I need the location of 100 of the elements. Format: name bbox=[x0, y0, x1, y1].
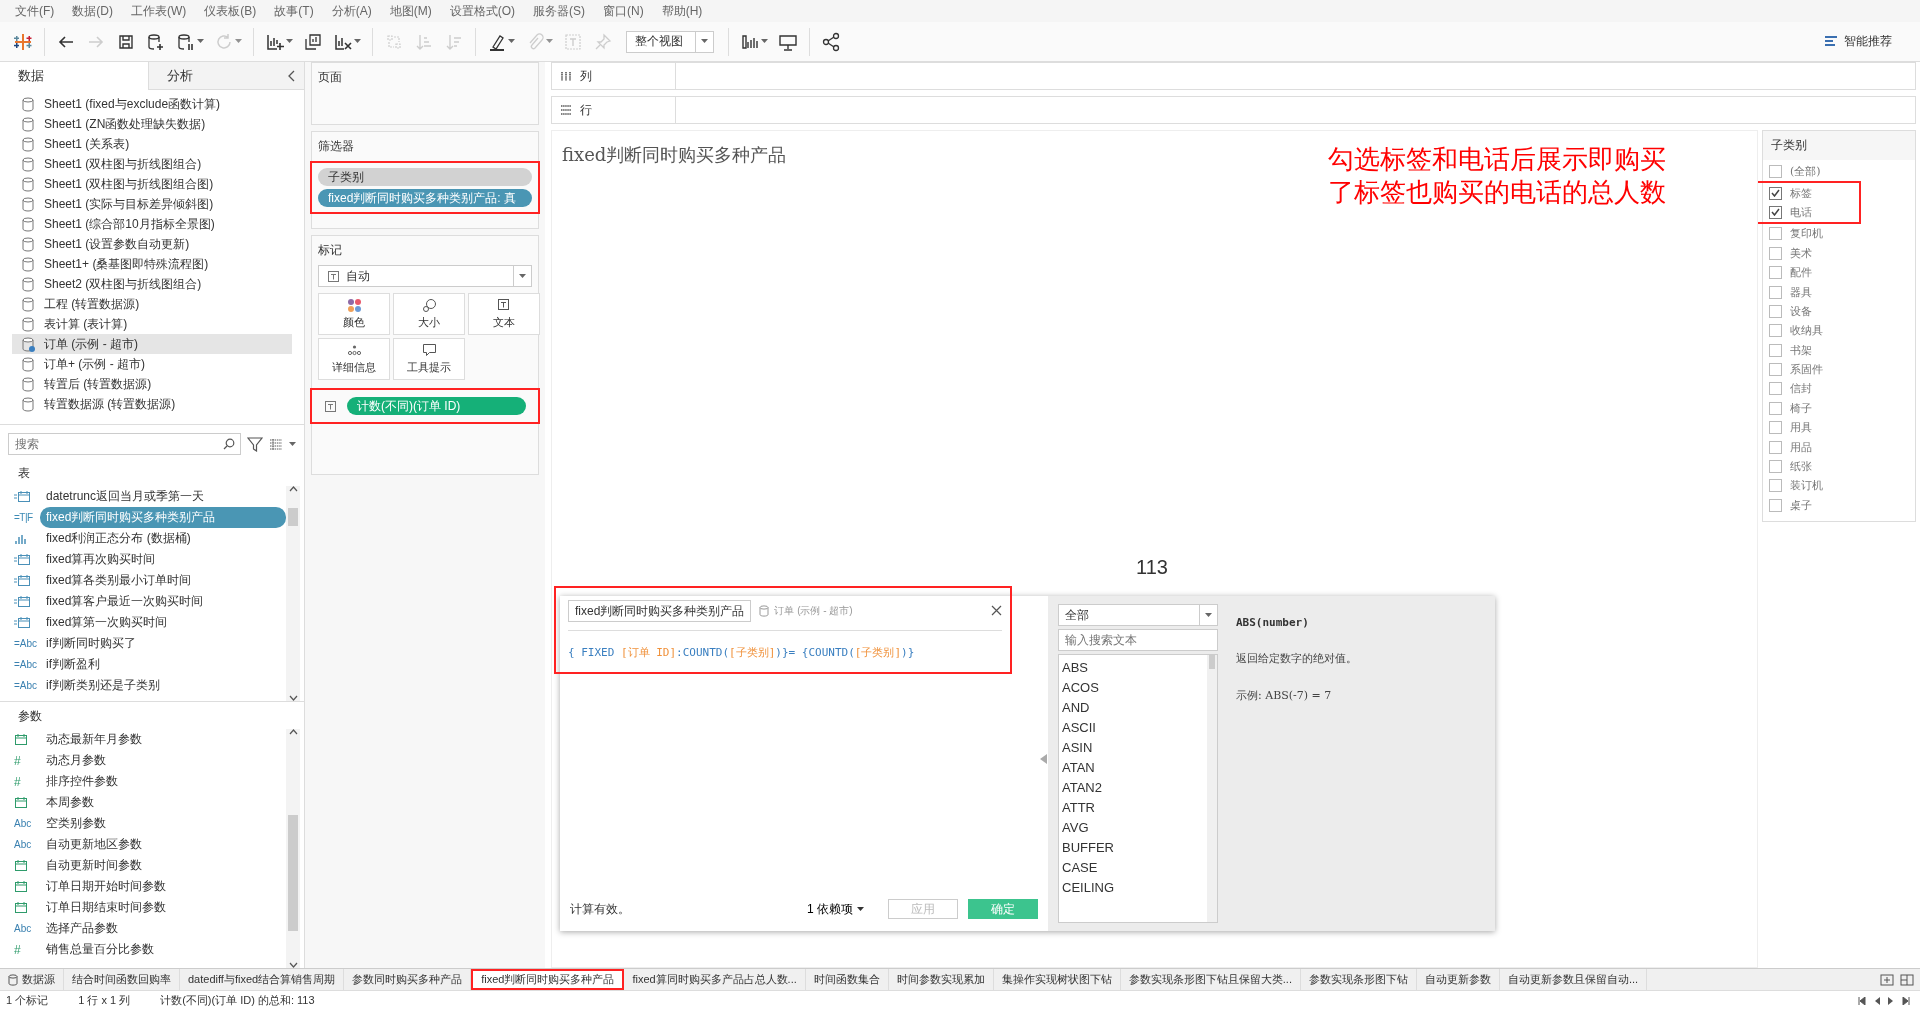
parameter-item[interactable]: 选择产品参数 bbox=[40, 918, 124, 939]
filter-option[interactable]: 信封 bbox=[1769, 379, 1915, 399]
data-source-item[interactable]: 转置后 (转置数据源) bbox=[12, 374, 292, 394]
parameter-item[interactable]: 自动更新时间参数 bbox=[40, 855, 148, 876]
data-source-label[interactable]: Sheet1 (双柱图与折线图组合图) bbox=[44, 175, 214, 193]
data-source-item[interactable]: Sheet1 (fixed与exclude函数计算) bbox=[12, 94, 292, 114]
filter-option[interactable]: 系固件 bbox=[1769, 359, 1915, 380]
last-page-icon[interactable] bbox=[1902, 996, 1910, 1005]
field-item[interactable]: fixed算客户最近一次购买时间 bbox=[40, 591, 210, 612]
marks-button[interactable]: 工具提示 bbox=[393, 338, 465, 380]
function-item[interactable]: ACOS bbox=[1062, 677, 1204, 697]
marks-button[interactable]: 详细信息 bbox=[318, 338, 390, 380]
field-item[interactable]: fixed算第一次购买时间 bbox=[40, 612, 174, 633]
scroll-up-icon[interactable] bbox=[288, 486, 298, 492]
scrollbar[interactable] bbox=[1207, 655, 1217, 922]
filter-option[interactable]: 器具 bbox=[1769, 282, 1915, 302]
filter-option[interactable]: 电话 bbox=[1769, 202, 1859, 223]
checkbox[interactable] bbox=[1769, 227, 1782, 241]
function-item[interactable]: CASE bbox=[1062, 857, 1204, 877]
checkbox[interactable] bbox=[1769, 324, 1782, 338]
data-source-item[interactable]: Sheet1 (ZN函数处理缺失数据) bbox=[12, 114, 292, 134]
new-dashboard-icon[interactable] bbox=[1900, 973, 1914, 986]
checkbox[interactable] bbox=[1769, 186, 1782, 200]
data-source-item[interactable]: Sheet1 (设置参数自动更新) bbox=[12, 234, 292, 254]
function-item[interactable]: ASCII bbox=[1062, 717, 1204, 737]
filter-option[interactable]: 设备 bbox=[1769, 301, 1915, 322]
field-item[interactable]: if判断同时购买了 bbox=[40, 633, 142, 654]
checkbox[interactable] bbox=[1769, 363, 1782, 377]
mark-type-dropdown[interactable]: 自动 bbox=[318, 265, 532, 287]
data-source-item[interactable]: 订单 (示例 - 超市) bbox=[12, 334, 292, 354]
data-source-item[interactable]: Sheet2 (双柱图与折线图组合) bbox=[12, 274, 292, 294]
data-source-item[interactable]: Sheet1 (实际与目标差异倾斜图) bbox=[12, 194, 292, 214]
data-source-label[interactable]: 工程 (转置数据源) bbox=[44, 295, 140, 313]
filter-option[interactable]: 桌子 bbox=[1769, 495, 1915, 516]
formula-text[interactable]: { FIXED [订单 ID]:COUNTD([子类别])}= {COUNTD([子类别])} bbox=[568, 645, 1002, 660]
scrollbar[interactable] bbox=[286, 486, 300, 701]
checkbox[interactable] bbox=[1769, 498, 1782, 512]
filter-option[interactable]: 收纳具 bbox=[1769, 321, 1915, 341]
scroll-up-icon[interactable] bbox=[288, 729, 298, 735]
menu-item[interactable]: 工作表(W) bbox=[122, 2, 196, 20]
marks-button[interactable]: 大小 bbox=[393, 293, 465, 335]
new-sheet-icon[interactable] bbox=[1880, 973, 1894, 986]
checkbox[interactable] bbox=[1769, 440, 1782, 454]
data-source-label[interactable]: Sheet1 (设置参数自动更新) bbox=[44, 235, 190, 253]
filter-pill[interactable]: 子类别 bbox=[318, 168, 532, 186]
data-source-label[interactable]: 转置数据源 (转置数据源) bbox=[44, 395, 176, 413]
menu-item[interactable]: 服务器(S) bbox=[524, 2, 594, 20]
checkbox[interactable] bbox=[1769, 246, 1782, 260]
parameter-item[interactable]: 自动更新地区参数 bbox=[40, 834, 148, 855]
previous-page-icon[interactable] bbox=[1874, 996, 1880, 1005]
function-item[interactable]: CEILING bbox=[1062, 877, 1204, 897]
data-source-item[interactable]: 订单+ (示例 - 超市) bbox=[12, 354, 292, 374]
function-item[interactable]: ATAN2 bbox=[1062, 777, 1204, 797]
checkbox[interactable] bbox=[1769, 205, 1782, 219]
parameter-item[interactable]: 排序控件参数 bbox=[40, 771, 124, 792]
data-source-label[interactable]: Sheet1 (实际与目标差异倾斜图) bbox=[44, 195, 214, 213]
columns-shelf[interactable]: 列 bbox=[551, 62, 1916, 90]
data-source-item[interactable]: 表计算 (表计算) bbox=[12, 314, 292, 334]
scroll-down-icon[interactable] bbox=[288, 962, 298, 968]
function-search-field[interactable]: 输入搜索文本 bbox=[1058, 629, 1218, 651]
parameter-item[interactable]: 动态月参数 bbox=[40, 750, 112, 771]
checkbox[interactable] bbox=[1769, 266, 1782, 280]
function-item[interactable]: ATTR bbox=[1062, 797, 1204, 817]
menu-item[interactable]: 仪表板(B) bbox=[195, 2, 266, 20]
show-me-button[interactable]: 智能推荐 bbox=[1818, 32, 1898, 51]
dependencies-dropdown[interactable]: 1 依赖项 bbox=[801, 899, 870, 919]
parameter-item[interactable]: 本周参数 bbox=[40, 792, 100, 813]
checkbox[interactable] bbox=[1769, 165, 1782, 179]
data-source-item[interactable]: 工程 (转置数据源) bbox=[12, 294, 292, 314]
marks-button[interactable]: 颜色 bbox=[318, 293, 390, 335]
filter-option[interactable]: 用具 bbox=[1769, 418, 1915, 438]
scroll-thumb[interactable] bbox=[288, 508, 298, 526]
data-source-label[interactable]: Sheet1 (关系表) bbox=[44, 135, 130, 153]
data-source-item[interactable]: Sheet1 (综合部10月指标全景图) bbox=[12, 214, 292, 234]
checkbox[interactable] bbox=[1769, 479, 1782, 493]
marks-button[interactable]: 文本 bbox=[468, 293, 540, 335]
field-item[interactable]: fixed算各类别最小订单时间 bbox=[40, 570, 198, 591]
data-source-item[interactable]: Sheet1+ (桑基图即特殊流程图) bbox=[12, 254, 292, 274]
checkbox[interactable] bbox=[1769, 460, 1782, 474]
next-page-icon[interactable] bbox=[1888, 996, 1894, 1005]
menu-item[interactable]: 帮助(H) bbox=[652, 2, 712, 20]
field-item[interactable]: fixed算再次购买时间 bbox=[40, 549, 162, 570]
calc-name-field[interactable]: fixed判断同时购买多种类别产品 bbox=[568, 600, 752, 622]
data-source-item[interactable]: 转置数据源 (转置数据源) bbox=[12, 394, 292, 414]
data-source-label[interactable]: 表计算 (表计算) bbox=[44, 315, 128, 333]
menu-item[interactable]: 数据(D) bbox=[63, 2, 122, 20]
category-dropdown[interactable]: 全部 bbox=[1058, 604, 1218, 626]
menu-item[interactable]: 文件(F) bbox=[6, 2, 64, 20]
parameter-item[interactable]: 销售总量百分比参数 bbox=[40, 939, 160, 960]
filter-option[interactable]: (全部) bbox=[1769, 162, 1915, 182]
menu-item[interactable]: 故事(T) bbox=[265, 2, 323, 20]
checkbox[interactable] bbox=[1769, 382, 1782, 396]
data-source-label[interactable]: 转置后 (转置数据源) bbox=[44, 375, 152, 393]
filter-option[interactable]: 纸张 bbox=[1769, 456, 1915, 477]
checkbox[interactable] bbox=[1769, 421, 1782, 435]
function-item[interactable]: AVG bbox=[1062, 817, 1204, 837]
data-source-label[interactable]: Sheet2 (双柱图与折线图组合) bbox=[44, 275, 202, 293]
filter-option[interactable]: 配件 bbox=[1769, 262, 1915, 283]
field-item[interactable]: datetrunc返回当月或季第一天 bbox=[40, 486, 211, 507]
parameter-item[interactable]: 动态最新年月参数 bbox=[40, 729, 148, 750]
